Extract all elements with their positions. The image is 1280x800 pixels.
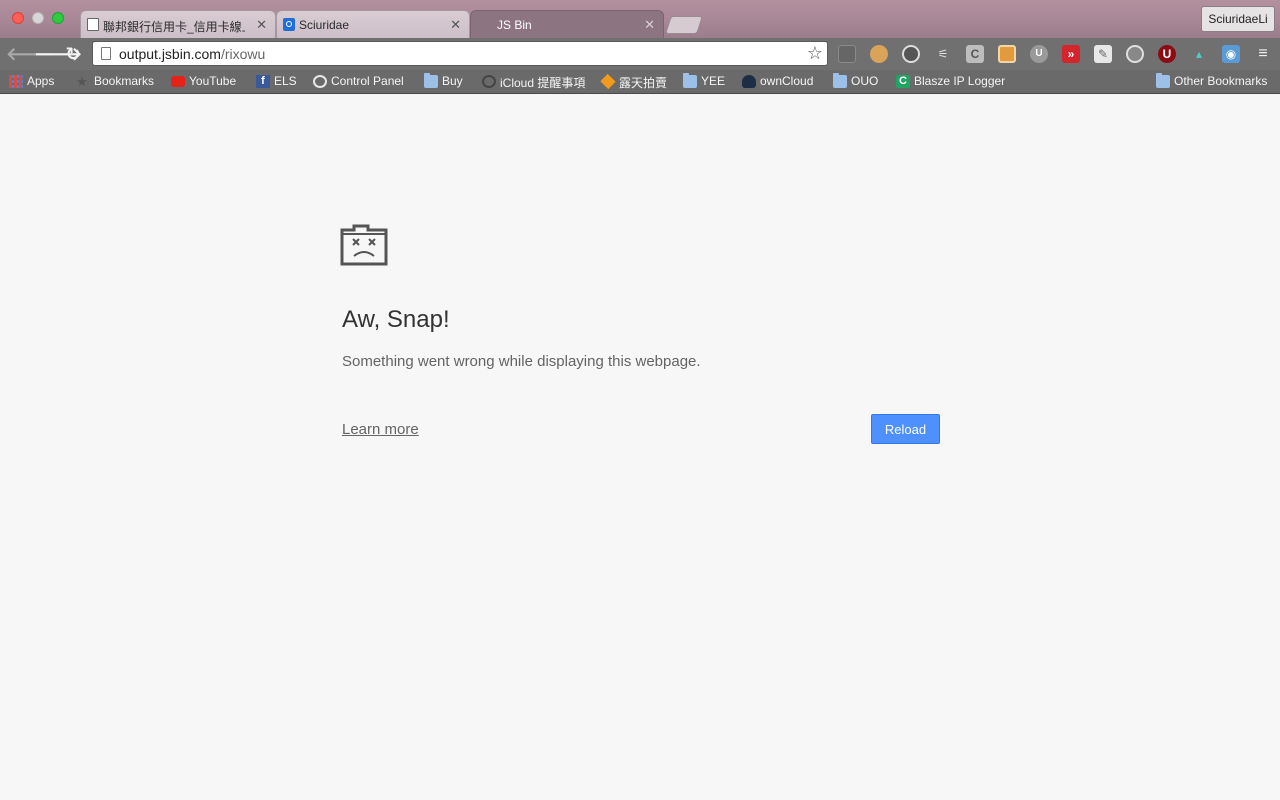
profile-button[interactable]: SciuridaeLi [1201,6,1275,32]
folder-icon [424,73,438,88]
star-icon: ★ [76,74,88,89]
url-path: /rixowu [220,46,266,62]
c-logo-icon: C [896,75,910,88]
reload-toolbar-button[interactable]: ↻ [62,44,84,64]
menu-icon[interactable]: ≡ [1254,45,1272,63]
tab-title: JS Bin [497,18,532,32]
youtube-icon [171,76,185,87]
icloud-icon [482,75,496,88]
folder-icon [833,73,847,88]
sync-extension-icon[interactable] [902,45,920,63]
cookie-extension-icon[interactable] [870,45,888,63]
tab-bank[interactable]: 聯邦銀行信用卡_信用卡線上申 ✕ [80,10,276,38]
ublock-icon[interactable]: U [1158,45,1176,63]
edit-extension-icon[interactable]: ✎ [1094,45,1112,63]
tab-close-icon[interactable]: ✕ [450,17,461,33]
page-icon [101,47,111,60]
tab-close-icon[interactable]: ✕ [256,17,267,33]
close-window-button[interactable] [12,12,24,24]
url-host: output.jsbin.com [119,46,221,62]
bookmarks-bar: Apps ★ Bookmarks YouTube f ELS Control P… [0,70,1280,94]
bookmark-star-icon[interactable]: ☆ [807,43,823,64]
forward-button[interactable]: 🡒 [34,44,82,64]
error-title: Aw, Snap! [342,306,450,333]
tab-title: Sciuridae [299,18,350,32]
minimize-window-button[interactable] [32,12,44,24]
calculator-extension-icon[interactable] [998,45,1016,63]
wifi-extension-icon[interactable]: ⚟ [934,45,952,63]
u-extension-icon[interactable]: U [1030,45,1048,63]
q-app-icon [283,18,295,31]
owncloud-icon [742,75,756,88]
reload-button[interactable]: Reload [871,414,940,444]
leaf-extension-icon[interactable]: ▴ [1190,45,1208,63]
apps-grid-icon [9,75,23,88]
sad-folder-icon [340,224,388,266]
tab-sciuridae[interactable]: Sciuridae ✕ [276,10,470,38]
browser-toolbar: 🡐 🡒 ↻ output.jsbin.com/rixowu ☆ ⚟ C U » … [0,38,1280,70]
fast-forward-extension-icon[interactable]: » [1062,45,1080,63]
c-extension-icon[interactable]: C [966,45,984,63]
tab-close-icon[interactable]: ✕ [644,17,655,33]
address-bar[interactable]: output.jsbin.com/rixowu ☆ [92,41,828,66]
back-button[interactable]: 🡐 [6,44,54,64]
error-message: Something went wrong while displaying th… [342,353,701,370]
cast-icon[interactable] [838,45,856,63]
zoom-window-button[interactable] [52,12,64,24]
s-logo-icon [313,75,327,88]
tab-strip: 聯邦銀行信用卡_信用卡線上申 ✕ Sciuridae ✕ JS Bin ✕ Sc… [0,0,1280,38]
folder-icon [683,73,697,88]
folder-icon [1156,73,1170,88]
facebook-icon: f [256,75,270,88]
tab-title: 聯邦銀行信用卡_信用卡線上申 [103,20,245,34]
camera-extension-icon[interactable]: ◉ [1222,45,1240,63]
tab-jsbin[interactable]: JS Bin ✕ [470,10,664,38]
document-icon [87,18,99,31]
ruten-icon [600,73,616,90]
url-text[interactable]: output.jsbin.com/rixowu [119,46,265,62]
ring-extension-icon[interactable] [1126,45,1144,63]
learn-more-link[interactable]: Learn more [342,421,419,438]
new-tab-button[interactable] [665,16,703,34]
